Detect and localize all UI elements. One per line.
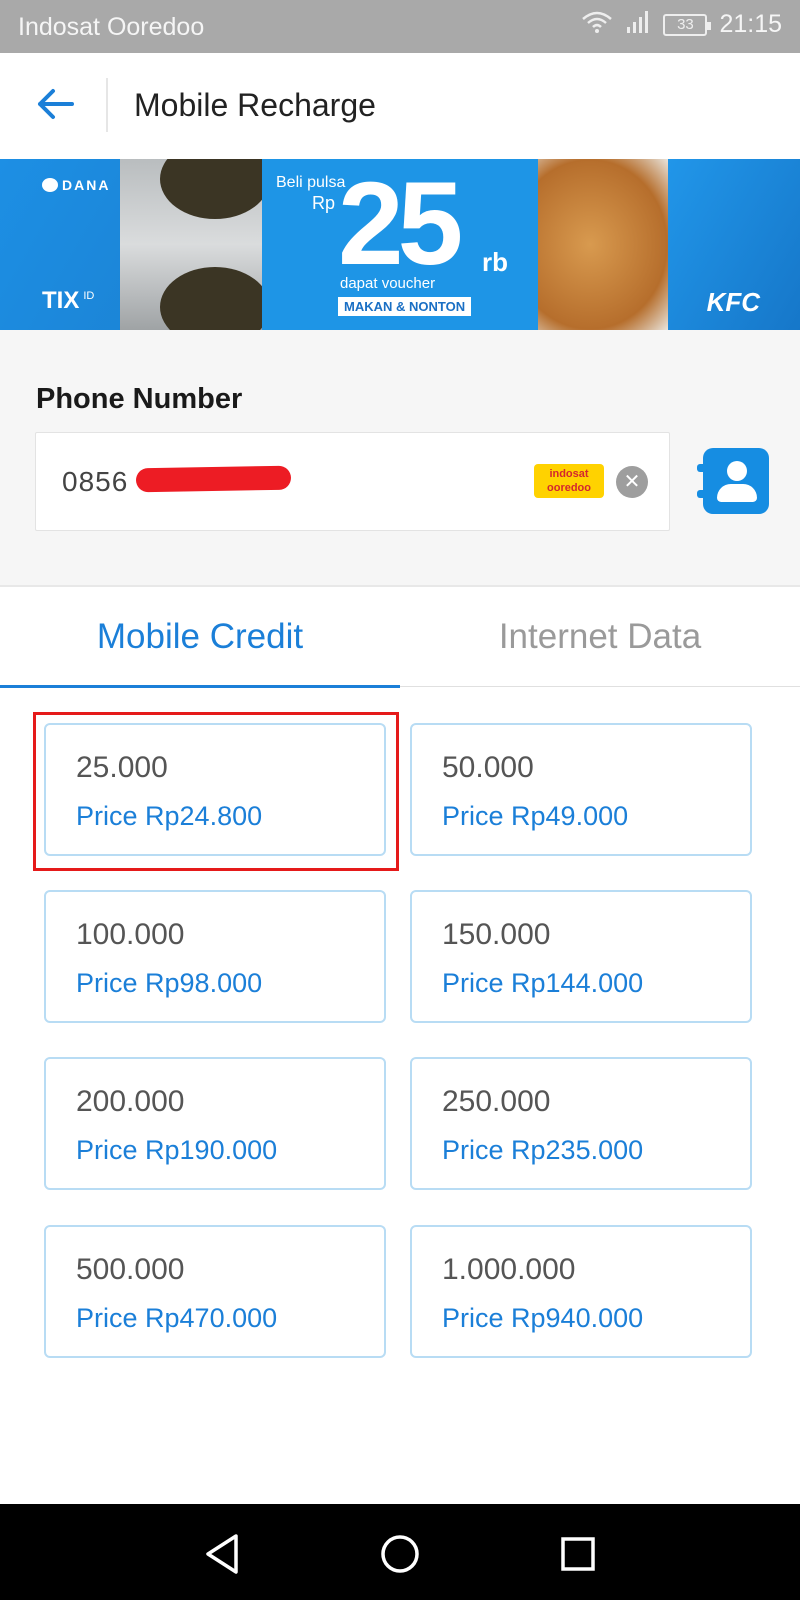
redaction-mark	[135, 465, 292, 493]
divider	[106, 78, 108, 132]
banner-pan-image	[120, 159, 270, 330]
card-nominal: 50.000	[442, 751, 534, 784]
page-title: Mobile Recharge	[134, 87, 376, 123]
banner-amount: 25	[338, 159, 463, 290]
close-circle-icon[interactable]: ✕	[616, 466, 648, 498]
denomination-card[interactable]: 100.000 Price Rp98.000	[44, 890, 386, 1023]
card-price: Price Rp49.000	[442, 801, 629, 831]
tab-bar: Mobile Credit Internet Data	[0, 589, 800, 688]
back-button[interactable]	[28, 79, 82, 133]
circle-home-icon[interactable]	[372, 1526, 428, 1582]
denomination-card[interactable]: 1.000.000 Price Rp940.000	[410, 1225, 752, 1358]
tix-logo: TIX ID	[42, 287, 95, 314]
banner-currency: Rp	[312, 193, 336, 213]
card-nominal: 1.000.000	[442, 1253, 576, 1286]
status-icons: 33 21:15	[581, 10, 782, 39]
contact-book-icon[interactable]	[697, 448, 769, 514]
signal-icon	[625, 10, 651, 39]
triangle-back-icon[interactable]	[194, 1526, 250, 1582]
banner-line1: Beli pulsa	[276, 174, 346, 191]
banner-unit: rb	[482, 247, 508, 277]
banner-line2: dapat voucher	[340, 275, 436, 292]
denomination-card[interactable]: 500.000 Price Rp470.000	[44, 1225, 386, 1358]
denomination-grid: 25.000 Price Rp24.800 50.000 Price Rp49.…	[0, 688, 800, 1504]
card-nominal: 100.000	[76, 918, 185, 951]
card-nominal: 200.000	[76, 1085, 185, 1118]
phone-number-label: Phone Number	[36, 383, 243, 415]
card-nominal: 500.000	[76, 1253, 185, 1286]
denomination-card[interactable]: 150.000 Price Rp144.000	[410, 890, 752, 1023]
banner-center-panel: Beli pulsa Rp 25 rb dapat voucher MAKAN …	[262, 159, 538, 330]
card-price: Price Rp470.000	[76, 1303, 278, 1333]
kfc-logo: KFC	[706, 287, 760, 317]
wifi-icon	[581, 10, 613, 39]
card-price: Price Rp98.000	[76, 968, 263, 998]
operator-logo: indosat ooredoo	[534, 464, 604, 498]
card-price: Price Rp24.800	[76, 801, 263, 831]
carrier-name: Indosat Ooredoo	[18, 13, 205, 41]
system-nav-bar	[0, 1504, 800, 1600]
denomination-card[interactable]: 250.000 Price Rp235.000	[410, 1057, 752, 1190]
denomination-card[interactable]: 25.000 Price Rp24.800	[44, 723, 386, 856]
banner-tag: MAKAN & NONTON	[338, 297, 472, 316]
card-nominal: 250.000	[442, 1085, 551, 1118]
battery-icon: 33	[663, 13, 712, 36]
clock: 21:15	[719, 10, 782, 38]
card-nominal: 150.000	[442, 918, 551, 951]
phone-number-value: 0856	[62, 466, 129, 497]
denomination-card[interactable]: 50.000 Price Rp49.000	[410, 723, 752, 856]
phone-number-input[interactable]: 0856 indosat ooredoo ✕	[35, 432, 670, 531]
promo-banner[interactable]: DANA TIX ID Beli pulsa Rp 25 rb dapat vou…	[0, 159, 800, 330]
card-price: Price Rp235.000	[442, 1135, 644, 1165]
dana-logo: DANA	[42, 177, 110, 193]
tab-internet-data[interactable]: Internet Data	[400, 589, 800, 687]
app-bar: Mobile Recharge	[0, 53, 800, 159]
square-recent-icon[interactable]	[550, 1526, 606, 1582]
tab-mobile-credit[interactable]: Mobile Credit	[0, 589, 400, 688]
card-nominal: 25.000	[76, 751, 168, 784]
card-price: Price Rp144.000	[442, 968, 644, 998]
phone-section: Phone Number 0856 indosat ooredoo ✕	[0, 330, 800, 587]
denomination-card[interactable]: 200.000 Price Rp190.000	[44, 1057, 386, 1190]
status-bar: Indosat Ooredoo 33 21:15	[0, 0, 800, 53]
banner-food-image	[538, 159, 668, 330]
card-price: Price Rp190.000	[76, 1135, 278, 1165]
arrow-left-icon	[36, 88, 74, 125]
card-price: Price Rp940.000	[442, 1303, 644, 1333]
